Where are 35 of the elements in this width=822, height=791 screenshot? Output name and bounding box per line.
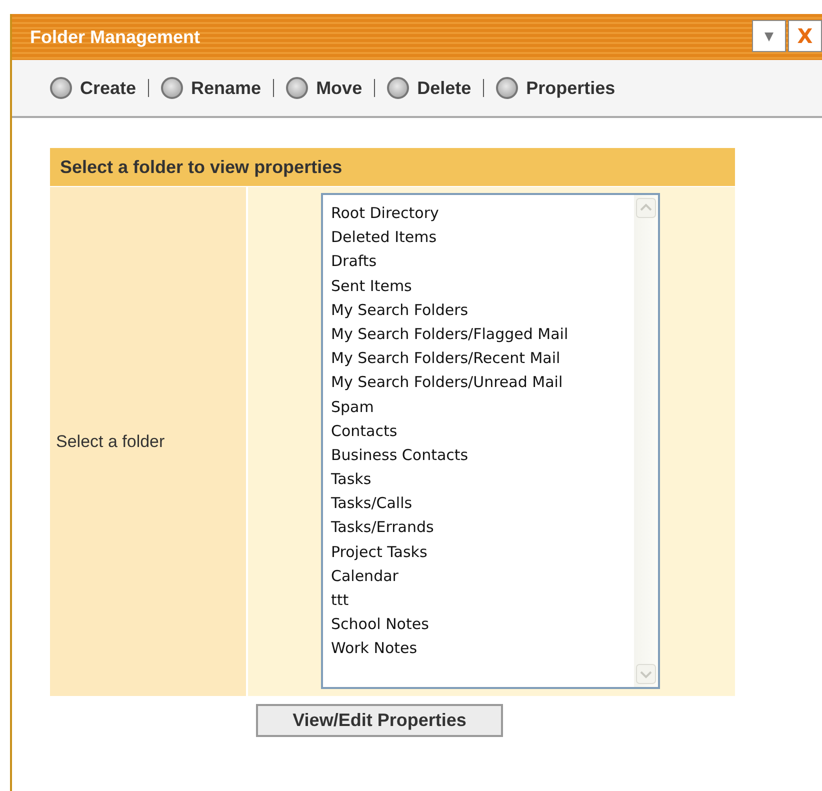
folder-item[interactable]: ttt	[331, 588, 634, 612]
folder-item[interactable]: Drafts	[331, 249, 634, 274]
radio-button[interactable]	[50, 77, 72, 99]
radio-option[interactable]: Delete	[387, 77, 472, 99]
folder-item[interactable]: My Search Folders/Recent Mail	[331, 346, 634, 370]
view-edit-button[interactable]: View/Edit Properties	[256, 704, 503, 737]
folder-item[interactable]: Business Contacts	[331, 442, 634, 468]
folder-item[interactable]: Project Tasks	[331, 540, 634, 564]
field-label: Select a folder	[56, 432, 165, 452]
radio-button[interactable]	[286, 77, 308, 99]
dropdown-button[interactable]: ▾	[752, 20, 786, 52]
radio-option[interactable]: Rename	[161, 77, 262, 99]
radio-option[interactable]: Move	[286, 77, 362, 99]
radio-option[interactable]: Create	[50, 77, 136, 99]
radio-button[interactable]	[387, 77, 410, 99]
folder-item[interactable]: My Search Folders	[331, 298, 634, 322]
radio-button[interactable]	[496, 77, 518, 99]
folder-item[interactable]: Contacts	[331, 418, 634, 443]
panel-header: Select a folder to view properties	[50, 148, 735, 187]
folder-item[interactable]: Spam	[331, 394, 634, 419]
folder-item[interactable]: Tasks	[331, 467, 634, 492]
folder-item[interactable]: Tasks/Errands	[331, 515, 634, 540]
radio-button[interactable]	[161, 77, 184, 99]
folder-item[interactable]: My Search Folders/Unread Mail	[331, 370, 634, 394]
folder-item[interactable]: Root Directory	[331, 201, 634, 226]
folder-item[interactable]: Tasks/Calls	[331, 491, 634, 516]
window-title: Folder Management	[30, 26, 200, 48]
folder-item[interactable]: Calendar	[331, 564, 634, 588]
folder-item[interactable]: My Search Folders/Flagged Mail	[331, 322, 634, 346]
folder-item[interactable]: Work Notes	[331, 636, 634, 661]
folder-listbox[interactable]	[321, 193, 660, 689]
folder-item[interactable]: School Notes	[331, 612, 634, 636]
folder-item[interactable]: Sent Items	[331, 274, 634, 298]
radio-option[interactable]: Properties	[496, 77, 616, 99]
folder-item[interactable]: Deleted Items	[331, 225, 634, 250]
